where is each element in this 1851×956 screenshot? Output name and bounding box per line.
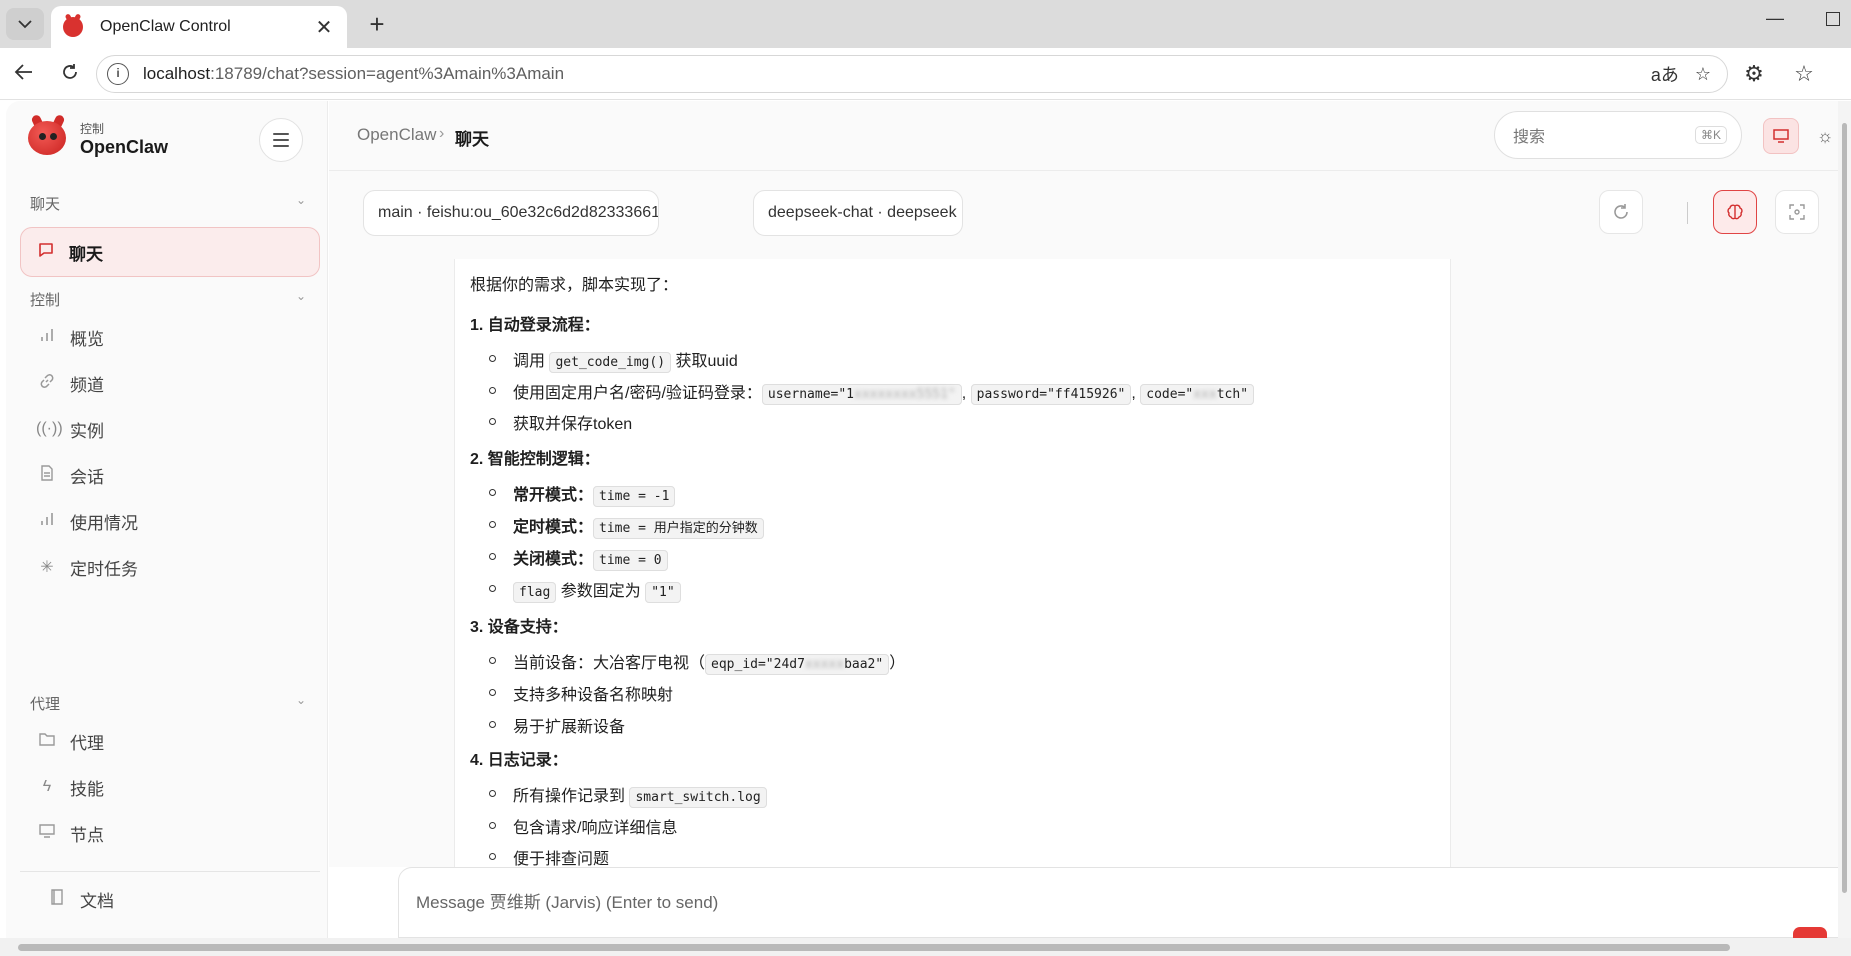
tab-search-chevron-icon[interactable] [6, 8, 44, 40]
list-item: 当前设备：大冶客厅电视（ eqp_id="24d7xxxxxbaa2"） [513, 649, 905, 675]
horizontal-scrollbar[interactable] [0, 938, 1851, 956]
search-shortcut-badge: ⌘K [1694, 126, 1727, 144]
breadcrumb-separator: › [439, 125, 445, 142]
sidebar-divider [20, 871, 320, 872]
section-title-login: 1. 自动登录流程： [470, 317, 600, 334]
favorite-star-icon[interactable]: ☆ [1695, 64, 1711, 85]
breadcrumb-root[interactable]: OpenClaw [357, 125, 436, 145]
list-item: 支持多种设备名称映射 [513, 687, 674, 704]
window-maximize-icon[interactable] [1826, 12, 1840, 26]
document-icon [36, 464, 58, 486]
extensions-puzzle-icon[interactable]: ⚙ [1740, 60, 1768, 88]
sidebar-item-agents[interactable]: 代理 [30, 719, 306, 763]
list-item: 关闭模式： time = 0 [513, 545, 668, 571]
model-select[interactable]: deepseek-chat · deepseek [753, 190, 963, 236]
chat-thread: 根据你的需求，脚本实现了： 1. 自动登录流程： 调用 get_code_img… [329, 259, 1851, 867]
brand-name: OpenClaw [80, 137, 169, 157]
lightning-icon: ϟ [42, 778, 52, 795]
browser-tab-bar: OpenClaw Control ✕ + — [0, 0, 1851, 48]
list-item: 调用 get_code_img() 获取uuid [513, 347, 738, 373]
section-title-logging: 4. 日志记录： [470, 752, 568, 769]
folder-icon [36, 732, 58, 751]
url-text[interactable]: localhost:18789/chat?session=agent%3Amai… [143, 64, 1651, 84]
sidebar-item-usage[interactable]: 使用情况 [30, 499, 306, 543]
sidebar: 控制 OpenClaw 聊天 ⌄ 聊天 控制 ⌄ 概览 频道 ((·)) 实例 会话 [6, 101, 328, 938]
brand-subtitle: 控制 [80, 122, 105, 136]
monitor-icon [36, 823, 58, 843]
sidebar-item-skills[interactable]: ϟ 技能 [30, 765, 306, 809]
list-item: 所有操作记录到 smart_switch.log [513, 782, 767, 808]
bar-chart-icon [36, 328, 58, 347]
refresh-icon[interactable] [1599, 190, 1643, 234]
nav-group-agent[interactable]: 代理 ⌄ [30, 693, 306, 714]
list-item: flag 参数固定为 "1" [513, 577, 681, 603]
sidebar-item-cron[interactable]: ✳ 定时任务 [30, 545, 306, 589]
chevron-down-icon: ⌄ [295, 193, 306, 207]
browser-toolbar: i localhost:18789/chat?session=agent%3Am… [0, 48, 1851, 100]
spinner-icon: ✳ [40, 559, 54, 576]
window-minimize-icon[interactable]: — [1766, 8, 1784, 29]
sidebar-item-docs[interactable]: 文档 [40, 877, 316, 921]
search-input[interactable]: 搜索 ⌘K [1494, 111, 1742, 159]
list-item: 易于扩展新设备 [513, 719, 626, 736]
nav-group-control[interactable]: 控制 ⌄ [30, 289, 306, 310]
chevron-down-icon: ⌄ [295, 693, 306, 707]
bar-chart-icon [36, 512, 58, 531]
section-title-control: 2. 智能控制逻辑： [470, 451, 600, 468]
browser-tab-active[interactable]: OpenClaw Control ✕ [51, 6, 347, 48]
toolbar-divider [1687, 202, 1688, 224]
chevron-down-icon: ⌄ [295, 289, 306, 303]
vertical-scrollbar[interactable] [1838, 101, 1851, 938]
list-item: 获取并保存token [513, 416, 633, 433]
list-item: 包含请求/响应详细信息 [513, 820, 678, 837]
nav-group-chat[interactable]: 聊天 ⌄ [30, 193, 306, 214]
sidebar-item-nodes[interactable]: 节点 [30, 811, 306, 855]
theme-system-monitor-icon[interactable] [1763, 118, 1799, 154]
assistant-message: 根据你的需求，脚本实现了： 1. 自动登录流程： 调用 get_code_img… [454, 259, 1451, 867]
list-item: 便于排查问题 [513, 851, 610, 867]
address-bar[interactable]: i localhost:18789/chat?session=agent%3Am… [96, 55, 1728, 93]
chat-bubble-icon [35, 242, 57, 263]
list-item: 定时模式： time = 用户指定的分钟数 [513, 513, 764, 539]
favorites-list-icon[interactable]: ☆ [1790, 60, 1818, 88]
list-item: 使用固定用户名/密码/验证码登录： username="1xxxxxxxx5551… [513, 379, 1255, 405]
app-header: OpenClaw › 聊天 搜索 ⌘K ☼ [329, 101, 1851, 171]
search-placeholder: 搜索 [1513, 129, 1546, 146]
message-intro: 根据你的需求，脚本实现了： [470, 277, 679, 294]
message-composer[interactable]: Message 贾维斯 (Jarvis) (Enter to send) [398, 867, 1851, 938]
radio-signal-icon: ((·)) [36, 420, 63, 437]
back-arrow-icon[interactable] [10, 60, 38, 88]
sidebar-item-instances[interactable]: ((·)) 实例 [30, 407, 306, 451]
brain-thinking-toggle-icon[interactable] [1713, 190, 1757, 234]
focus-mode-icon[interactable] [1775, 190, 1819, 234]
sidebar-item-channels[interactable]: 频道 [30, 361, 306, 405]
reload-icon[interactable] [56, 60, 84, 88]
session-select[interactable]: main · feishu:ou_60e32c6d2d82333661e5... [363, 190, 659, 236]
site-info-icon[interactable]: i [107, 63, 129, 85]
breadcrumb-current: 聊天 [455, 130, 489, 149]
openclaw-favicon-icon [63, 17, 83, 37]
sidebar-item-chat[interactable]: 聊天 [20, 227, 320, 277]
chat-controls: main · feishu:ou_60e32c6d2d82333661e5...… [329, 171, 1851, 259]
link-icon [36, 373, 58, 394]
sidebar-item-sessions[interactable]: 会话 [30, 453, 306, 497]
hamburger-menu-icon[interactable] [259, 118, 303, 162]
sidebar-item-overview[interactable]: 概览 [30, 315, 306, 359]
message-input[interactable]: Message 贾维斯 (Jarvis) (Enter to send) [416, 888, 718, 913]
translate-icon[interactable]: aあ [1651, 61, 1679, 87]
list-item: 常开模式： time = -1 [513, 481, 676, 507]
openclaw-logo-icon [28, 113, 68, 155]
close-tab-icon[interactable]: ✕ [311, 15, 337, 40]
new-tab-button[interactable]: + [362, 10, 392, 40]
browser-tab-title: OpenClaw Control [100, 18, 231, 35]
section-title-devices: 3. 设备支持： [470, 619, 568, 636]
book-icon [46, 888, 68, 910]
